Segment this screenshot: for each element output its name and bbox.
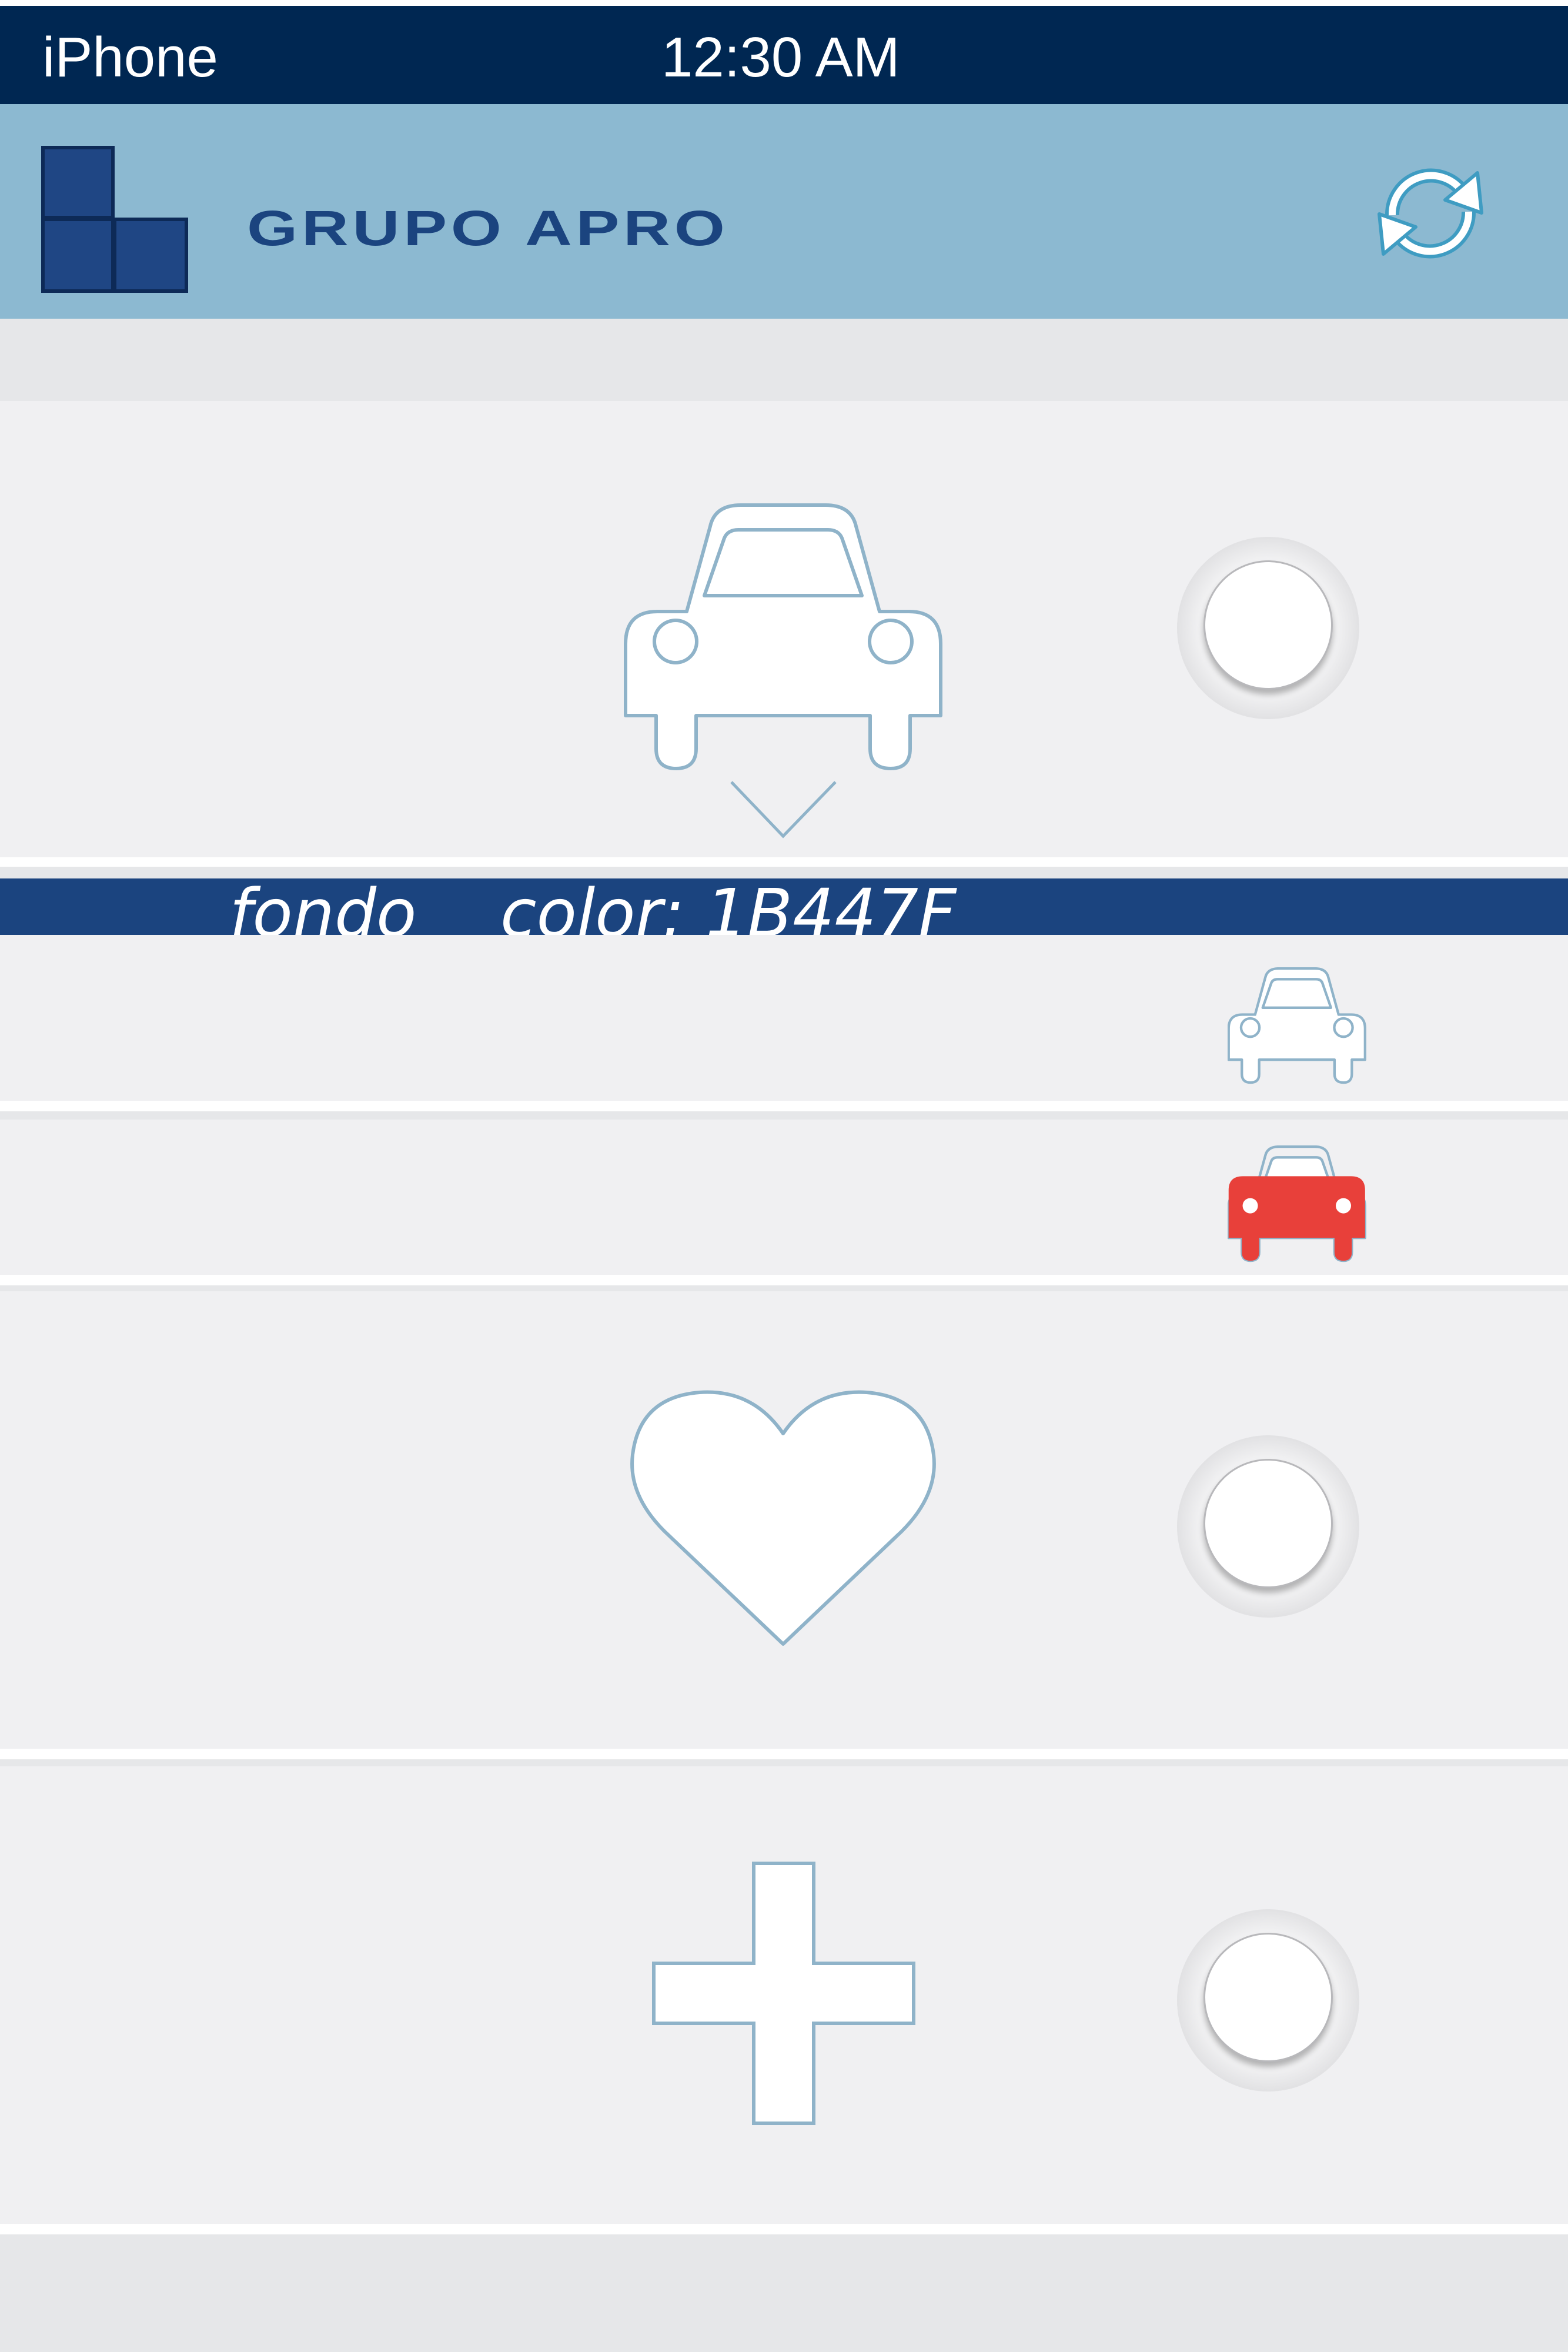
chevron-down-icon[interactable] [729,780,838,841]
row-divider [0,1101,1568,1111]
status-time: 12:30 AM [661,26,900,89]
top-edge [0,0,1568,6]
bottom-spacer [0,2234,1568,2352]
heart-icon [630,1390,936,1646]
plus-icon [652,1862,915,2125]
car-icon [624,503,942,770]
app-header [0,104,1568,319]
grupo-apro-logo [41,146,188,293]
brand-name: GRUPO APRO [247,201,729,256]
row-divider [0,1275,1568,1285]
radio-plus[interactable] [1177,1909,1359,2092]
radio-knob [1203,1933,1333,2062]
row-divider [0,1285,1568,1291]
radio-car[interactable] [1177,537,1359,719]
top-spacer [0,319,1568,401]
annotation-bar: fondo color: 1B447F [0,878,1568,935]
car-red-small-icon [1228,1145,1366,1262]
status-carrier: iPhone [42,26,218,89]
annotation-text: fondo color: 1B447F [229,878,957,935]
row-divider [0,867,1568,878]
refresh-icon[interactable] [1369,152,1492,275]
car-outline-small-icon [1228,967,1366,1084]
row-divider [0,1759,1568,1766]
row-divider [0,857,1568,867]
row-divider [0,1111,1568,1120]
radio-knob [1203,1459,1333,1588]
row-divider [0,1749,1568,1759]
radio-knob [1203,560,1333,690]
radio-heart[interactable] [1177,1435,1359,1618]
row-divider [0,2224,1568,2234]
